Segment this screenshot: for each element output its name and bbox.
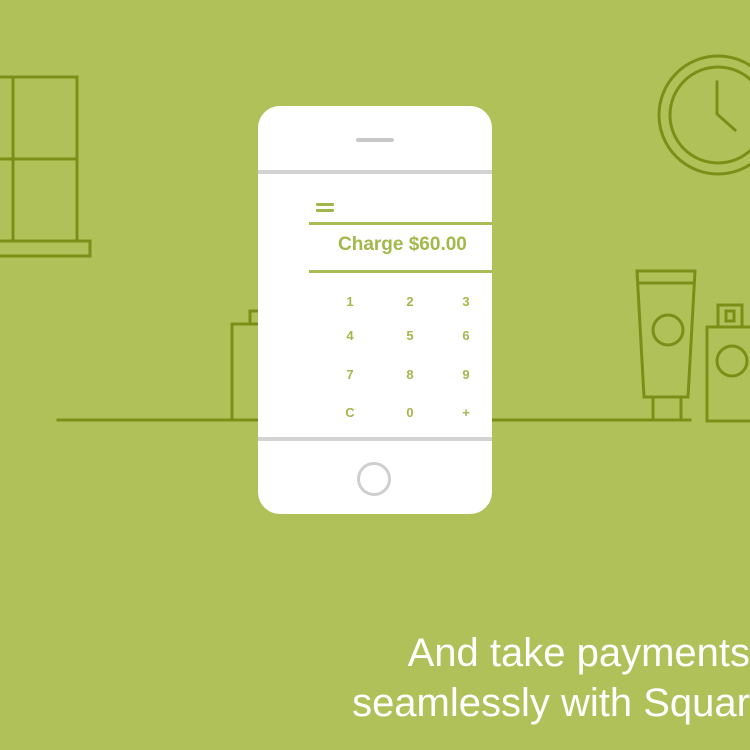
keypad-key-9[interactable]: 9	[451, 367, 481, 382]
screen-bottom-divider	[258, 437, 492, 441]
home-button[interactable]	[357, 462, 391, 496]
menu-icon[interactable]	[316, 203, 334, 215]
window-illustration	[0, 75, 92, 258]
charge-divider-bottom	[309, 270, 492, 273]
caption-line-2: seamlessly with Squar	[352, 681, 750, 725]
keypad-key-0[interactable]: 0	[395, 405, 425, 420]
keypad-key-6[interactable]: 6	[451, 328, 481, 343]
keypad-key-plus[interactable]: +	[451, 405, 481, 420]
screen-top-divider	[258, 170, 492, 174]
perfume-bottle-illustration	[705, 303, 750, 423]
clock-illustration	[657, 54, 750, 176]
charge-divider-top	[309, 222, 492, 225]
keypad-key-4[interactable]: 4	[335, 328, 365, 343]
caption-line-1: And take payments	[407, 631, 750, 675]
charge-button[interactable]: Charge $60.00	[338, 234, 467, 256]
keypad-key-7[interactable]: 7	[335, 367, 365, 382]
tube-illustration	[635, 269, 697, 422]
keypad-key-clear[interactable]: C	[335, 405, 365, 420]
phone-mockup: Charge $60.00 1 2 3 4 5 6 7 8 9 C 0 +	[258, 106, 492, 514]
keypad-key-1[interactable]: 1	[335, 294, 365, 309]
keypad-key-8[interactable]: 8	[395, 367, 425, 382]
keypad-key-3[interactable]: 3	[451, 294, 481, 309]
caption: And take payments seamlessly with Squar	[0, 628, 750, 728]
keypad-key-5[interactable]: 5	[395, 328, 425, 343]
keypad-key-2[interactable]: 2	[395, 294, 425, 309]
phone-speaker	[356, 138, 394, 142]
